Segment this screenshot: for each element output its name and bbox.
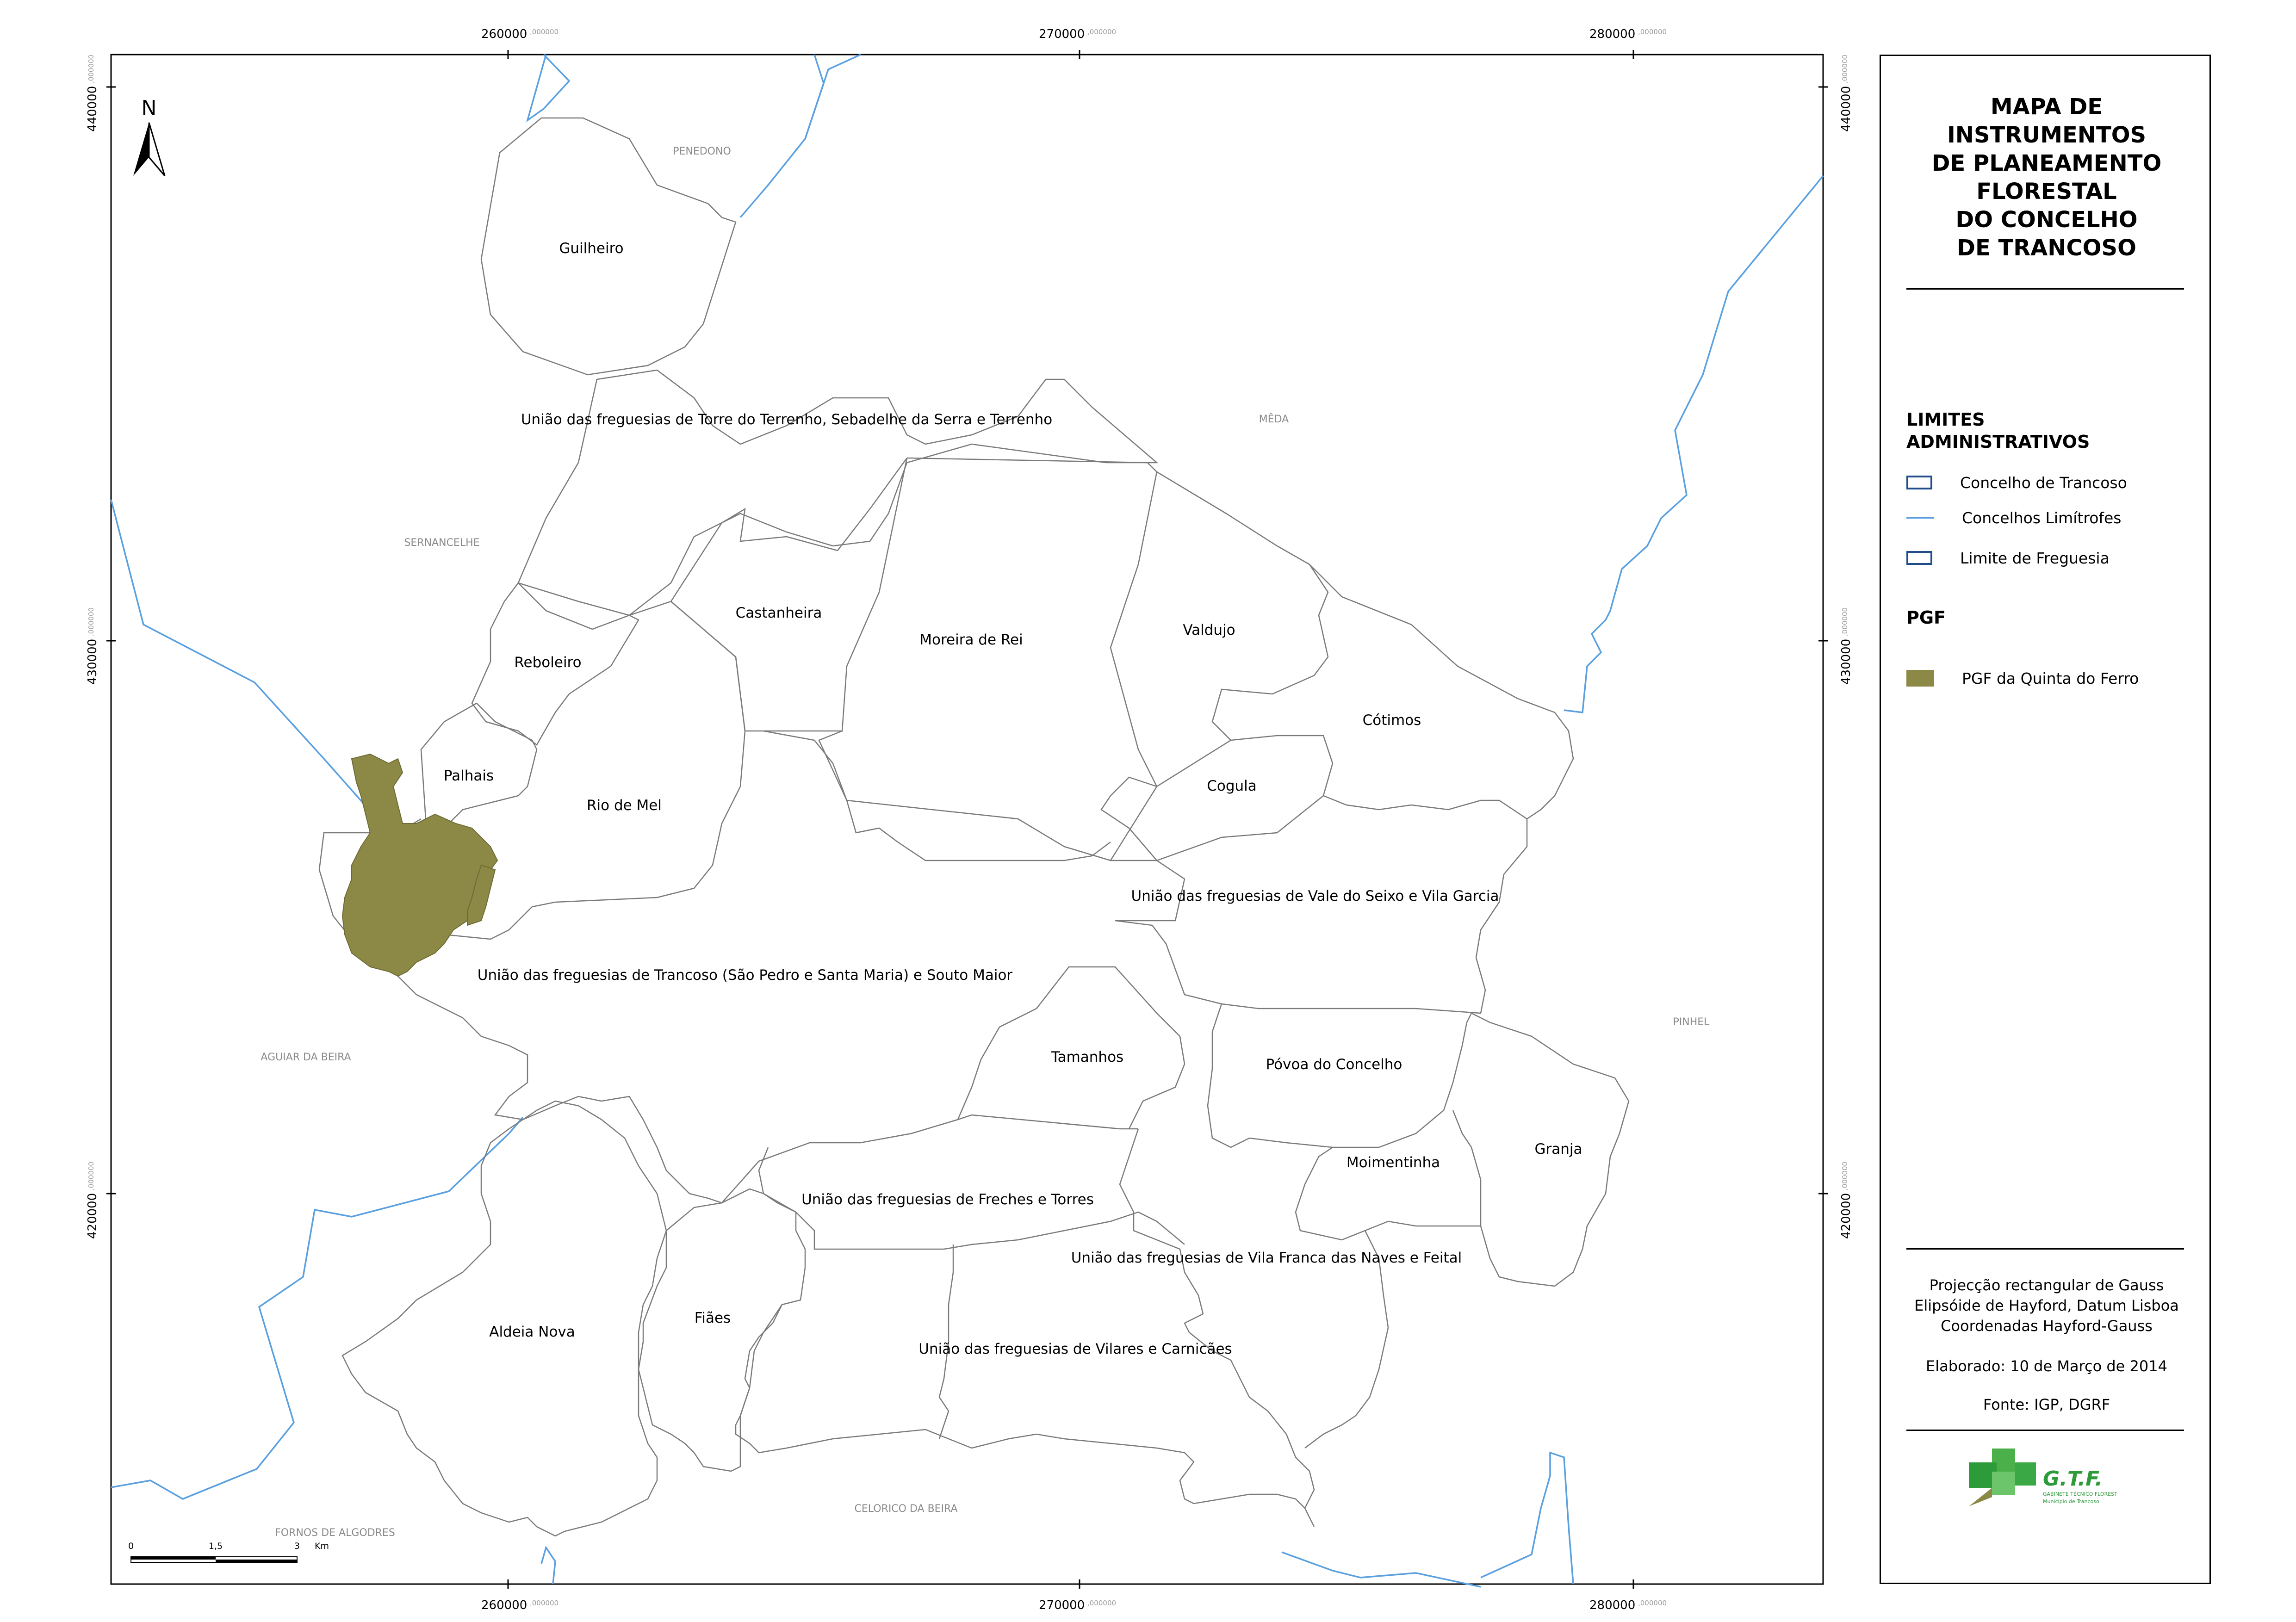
label-fiaes: Fiães xyxy=(695,1310,731,1326)
elaborado-text: Elaborado: 10 de Março de 2014 xyxy=(1926,1357,2167,1375)
label-fornos-de-algodres: FORNOS DE ALGODRES xyxy=(275,1527,395,1539)
label-vila-franca: União das freguesias de Vila Franca das … xyxy=(1071,1250,1462,1266)
label-cogula: Cogula xyxy=(1207,778,1257,794)
coord-y-right-2: 430000 xyxy=(1839,639,1853,685)
scale-tick-0: 0 xyxy=(128,1541,134,1551)
coord-x-top-2-dec: ,000000 xyxy=(1087,28,1116,36)
label-torre-terrenho: União das freguesias de Torre do Terrenh… xyxy=(521,411,1052,428)
pgf-header: PGF xyxy=(1906,607,1946,628)
legend-row-concelho: Concelho de Trancoso xyxy=(1906,473,2127,492)
label-trancoso: União das freguesias de Trancoso (São Pe… xyxy=(478,967,1013,984)
north-letter: N xyxy=(142,96,157,120)
pgf-symbol xyxy=(1906,670,1934,687)
coord-y-right-3: 420000 xyxy=(1839,1193,1853,1239)
label-vale-do-seixo: União das freguesias de Vale do Seixo e … xyxy=(1131,888,1499,904)
coord-x-top-3: 280000 xyxy=(1589,27,1635,41)
label-aldeia-nova: Aldeia Nova xyxy=(489,1324,575,1340)
coord-x-bottom-1: 260000 xyxy=(481,1598,527,1612)
coord-labels-bottom: 260000,000000 270000,000000 280000,00000… xyxy=(481,1598,1667,1612)
label-vilares-carnicaes: União das freguesias de Vilares e Carnic… xyxy=(918,1341,1232,1357)
coord-y-right-1: 440000 xyxy=(1839,86,1853,132)
legend-label-pgf: PGF da Quinta do Ferro xyxy=(1962,669,2139,687)
label-tamanhos: Tamanhos xyxy=(1051,1049,1123,1065)
label-valdujo: Valdujo xyxy=(1183,622,1235,638)
coord-x-bottom-1-dec: ,000000 xyxy=(530,1599,558,1607)
gtf-logo: G.T.F. GABINETE TÉCNICO FLORESTAL Municí… xyxy=(1964,1444,2124,1518)
coord-labels-left: 440000 ,000000 430000 ,000000 420000 ,00000… xyxy=(86,55,99,1239)
legend-label-concelho: Concelho de Trancoso xyxy=(1960,473,2127,492)
logo-sub1: GABINETE TÉCNICO FLORESTAL xyxy=(2043,1491,2117,1497)
coord-x-bottom-3: 280000 xyxy=(1589,1598,1635,1612)
coord-y-left-1: 440000 xyxy=(86,86,99,132)
logo-text: G.T.F. xyxy=(2043,1467,2103,1491)
title-divider xyxy=(1906,288,2184,290)
coord-y-left-1-dec: ,000000 xyxy=(87,55,95,83)
projection-info: Projecção rectangular de Gauss Elipsóide… xyxy=(1881,1275,2212,1336)
coord-labels-top: 260000,000000 270000,000000 280000,00000… xyxy=(481,27,1667,41)
coord-x-top-2: 270000 xyxy=(1039,27,1085,41)
legend-row-freguesia: Limite de Freguesia xyxy=(1906,549,2110,567)
scale-tick-2: 3 xyxy=(294,1541,300,1551)
coord-x-bottom-3-dec: ,000000 xyxy=(1638,1599,1667,1607)
label-aguiar-da-beira: AGUIAR DA BEIRA xyxy=(261,1052,351,1063)
coord-y-right-2-dec: ,000000 xyxy=(1841,607,1849,636)
coord-x-top-3-dec: ,000000 xyxy=(1638,28,1667,36)
coord-y-right-1-dec: ,000000 xyxy=(1841,55,1849,83)
legend-row-pgf: PGF da Quinta do Ferro xyxy=(1906,669,2139,687)
label-sernancelhe: SERNANCELHE xyxy=(404,537,479,549)
logo-sub2: Município de Trancoso xyxy=(2043,1498,2099,1504)
label-reboleiro: Reboleiro xyxy=(514,654,581,671)
label-povoa-do-concelho: Póvoa do Concelho xyxy=(1266,1056,1402,1073)
label-freches-torres: União das freguesias de Freches e Torres xyxy=(801,1191,1094,1208)
label-cotimos: Cótimos xyxy=(1363,712,1421,729)
coord-y-right-3-dec: ,000000 xyxy=(1841,1162,1849,1190)
label-moimentinha: Moimentinha xyxy=(1347,1154,1440,1171)
label-moreira-de-rei: Moreira de Rei xyxy=(919,631,1023,648)
fonte-text: Fonte: IGP, DGRF xyxy=(1983,1396,2110,1413)
coord-labels-right: 440000 ,000000 430000 ,000000 420000 ,00000… xyxy=(1839,55,1853,1239)
projection-line-1: Projecção rectangular de Gauss xyxy=(1929,1276,2164,1294)
coord-x-bottom-2: 270000 xyxy=(1039,1598,1085,1612)
limitrofes-symbol xyxy=(1906,517,1934,519)
label-meda: MÊDA xyxy=(1259,413,1289,425)
projection-line-2: Elipsóide de Hayford, Datum Lisboa xyxy=(1914,1297,2179,1314)
legend-row-limitrofes: Concelhos Limítrofes xyxy=(1906,508,2122,527)
coord-y-left-3-dec: ,000000 xyxy=(87,1162,95,1190)
legend-panel: MAPA DE INSTRUMENTOS DE PLANEAMENTO FLOR… xyxy=(1880,55,2211,1584)
label-pinhel: PINHEL xyxy=(1673,1016,1710,1028)
coord-y-left-2: 430000 xyxy=(86,639,99,685)
label-penedono: PENEDONO xyxy=(673,146,731,157)
info-divider-bottom xyxy=(1906,1430,2184,1431)
scale-unit: Km xyxy=(315,1541,329,1551)
label-guilheiro: Guilheiro xyxy=(559,240,623,257)
label-palhais: Palhais xyxy=(444,768,494,784)
gtf-logo-icon: G.T.F. GABINETE TÉCNICO FLORESTAL Municí… xyxy=(1969,1449,2124,1506)
coord-x-top-1: 260000 xyxy=(481,27,527,41)
coord-y-left-2-dec: ,000000 xyxy=(87,607,95,636)
scale-tick-1: 1,5 xyxy=(209,1541,223,1551)
legend-label-limitrofes: Concelhos Limítrofes xyxy=(1962,508,2122,527)
label-castanheira: Castanheira xyxy=(736,605,822,621)
coord-x-bottom-2-dec: ,000000 xyxy=(1087,1599,1116,1607)
legend-label-freguesia: Limite de Freguesia xyxy=(1960,549,2110,567)
projection-line-3: Coordenadas Hayford-Gauss xyxy=(1941,1317,2153,1335)
limites-header: LIMITES ADMINISTRATIVOS xyxy=(1906,409,2090,452)
coord-y-left-3: 420000 xyxy=(86,1193,99,1239)
coord-x-top-1-dec: ,000000 xyxy=(530,28,558,36)
label-rio-de-mel: Rio de Mel xyxy=(587,797,662,814)
info-divider-top xyxy=(1906,1248,2184,1250)
freguesia-symbol xyxy=(1906,551,1932,565)
concelho-symbol xyxy=(1906,476,1932,489)
map-title: MAPA DE INSTRUMENTOS DE PLANEAMENTO FLOR… xyxy=(1931,94,2162,261)
label-granja: Granja xyxy=(1534,1141,1582,1158)
label-celorico-da-beira: CELORICO DA BEIRA xyxy=(854,1503,957,1515)
